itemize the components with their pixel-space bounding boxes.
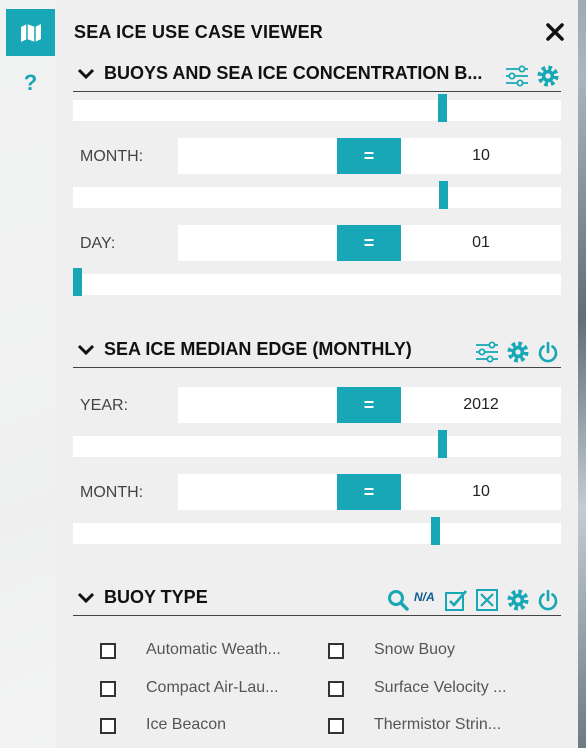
month-value[interactable]: 10 bbox=[401, 474, 561, 510]
option-label: Ice Beacon bbox=[146, 716, 227, 733]
day-value[interactable]: 01 bbox=[401, 225, 561, 261]
chevron-down-icon[interactable] bbox=[77, 67, 95, 81]
field-label-month: MONTH: bbox=[80, 148, 144, 165]
day-slider[interactable] bbox=[73, 268, 561, 296]
checkbox[interactable] bbox=[328, 718, 344, 734]
option-label: Snow Buoy bbox=[374, 641, 455, 658]
option-label: Surface Velocity ... bbox=[374, 679, 507, 696]
chevron-down-icon[interactable] bbox=[77, 591, 95, 605]
day-filter-input[interactable] bbox=[178, 225, 340, 261]
close-button[interactable] bbox=[543, 20, 567, 44]
checkbox[interactable] bbox=[100, 681, 116, 697]
checkbox[interactable] bbox=[328, 643, 344, 659]
slider-thumb[interactable] bbox=[438, 430, 447, 458]
power-icon[interactable] bbox=[536, 340, 560, 364]
month-value[interactable]: 10 bbox=[401, 138, 561, 174]
operator-button[interactable]: = bbox=[337, 225, 401, 261]
operator-button[interactable]: = bbox=[337, 387, 401, 423]
option-label: Automatic Weath... bbox=[146, 641, 281, 658]
close-icon bbox=[546, 23, 564, 41]
panel-title: SEA ICE USE CASE VIEWER bbox=[74, 22, 323, 42]
month-filter-input[interactable] bbox=[178, 474, 340, 510]
checkbox[interactable] bbox=[328, 681, 344, 697]
clear-all-icon[interactable] bbox=[475, 588, 499, 612]
field-label-month: MONTH: bbox=[80, 484, 144, 501]
field-label-day: DAY: bbox=[80, 235, 116, 252]
section-title: BUOY TYPE bbox=[104, 587, 208, 607]
checkbox[interactable] bbox=[100, 718, 116, 734]
range-slider[interactable] bbox=[73, 94, 561, 122]
slider-thumb[interactable] bbox=[431, 517, 440, 545]
field-label-year: YEAR: bbox=[80, 397, 129, 414]
year-value[interactable]: 2012 bbox=[401, 387, 561, 423]
sliders-icon[interactable] bbox=[505, 64, 529, 88]
map-tab-button[interactable] bbox=[6, 9, 55, 56]
year-filter-input[interactable] bbox=[178, 387, 340, 423]
section-header-median-edge[interactable]: SEA ICE MEDIAN EDGE (MONTHLY) bbox=[73, 338, 561, 368]
help-button[interactable]: ? bbox=[6, 65, 55, 100]
operator-button[interactable]: = bbox=[337, 138, 401, 174]
section-title: SEA ICE MEDIAN EDGE (MONTHLY) bbox=[104, 339, 412, 359]
year-slider[interactable] bbox=[73, 430, 561, 458]
help-icon: ? bbox=[23, 69, 38, 95]
month-filter-input[interactable] bbox=[178, 138, 340, 174]
section-header-buoy-type[interactable]: BUOY TYPE N/A bbox=[73, 586, 561, 616]
gear-icon[interactable] bbox=[506, 588, 530, 612]
section-title: BUOYS AND SEA ICE CONCENTRATION B... bbox=[104, 63, 483, 83]
gear-icon[interactable] bbox=[536, 64, 560, 88]
month-slider[interactable] bbox=[73, 181, 561, 209]
operator-button[interactable]: = bbox=[337, 474, 401, 510]
sliders-icon[interactable] bbox=[475, 340, 499, 364]
section-header-buoys[interactable]: BUOYS AND SEA ICE CONCENTRATION B... bbox=[73, 62, 561, 92]
check-all-icon[interactable] bbox=[444, 588, 468, 612]
left-rail: ? bbox=[0, 0, 56, 748]
chevron-down-icon[interactable] bbox=[77, 343, 95, 357]
viewer-panel: SEA ICE USE CASE VIEWER BUOYS AND SEA IC… bbox=[56, 0, 578, 748]
slider-thumb[interactable] bbox=[73, 268, 82, 296]
checkbox[interactable] bbox=[100, 643, 116, 659]
month-slider[interactable] bbox=[73, 517, 561, 545]
option-label: Compact Air-Lau... bbox=[146, 679, 279, 696]
slider-thumb[interactable] bbox=[438, 94, 447, 122]
power-icon[interactable] bbox=[536, 588, 560, 612]
search-icon[interactable] bbox=[386, 588, 410, 612]
option-label: Thermistor Strin... bbox=[374, 716, 502, 733]
map-icon bbox=[20, 23, 41, 42]
gear-icon[interactable] bbox=[506, 340, 530, 364]
na-icon[interactable]: N/A bbox=[414, 590, 435, 604]
slider-thumb[interactable] bbox=[439, 181, 448, 209]
